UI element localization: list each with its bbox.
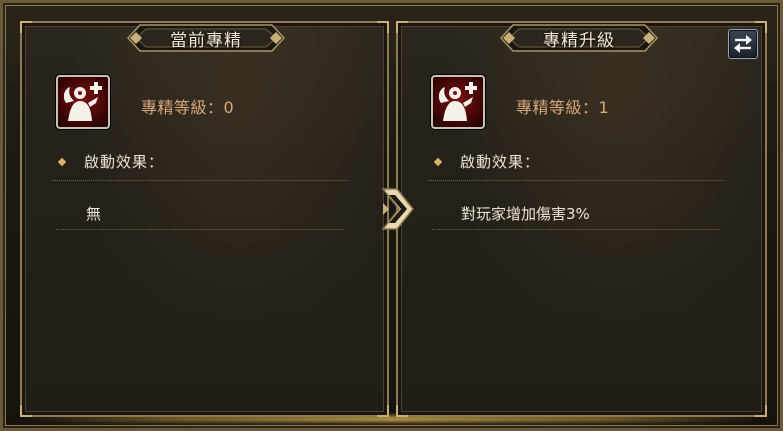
corner-ornament — [20, 405, 32, 417]
upgrade-title: 專精升級 — [543, 30, 615, 51]
corner-ornament — [20, 21, 32, 33]
upgrade-specialization-panel: 專精升級 專精等級：1 啟動效果： 對玩家增加傷害3% — [396, 21, 767, 417]
upgrade-level-label: 專精等級：1 — [516, 98, 610, 117]
bullet-diamond-icon — [57, 157, 67, 167]
current-title-plate: 當前專精 — [126, 21, 286, 55]
swap-arrows-icon[interactable] — [728, 29, 758, 59]
current-title: 當前專精 — [170, 30, 242, 51]
bullet-diamond-icon — [433, 157, 443, 167]
corner-ornament — [377, 405, 389, 417]
divider — [56, 229, 344, 230]
chevron-right-icon — [381, 187, 415, 231]
upgrade-effect-heading: 啟動效果： — [460, 153, 541, 171]
divider — [52, 180, 348, 181]
warrior-plus-icon[interactable] — [431, 75, 485, 129]
corner-ornament — [755, 405, 767, 417]
upgrade-title-plate: 專精升級 — [499, 21, 659, 55]
divider — [428, 180, 724, 181]
current-specialization-panel: 當前專精 專精等級：0 啟動效果： 無 — [20, 21, 389, 417]
current-effect-heading: 啟動效果： — [84, 153, 165, 171]
current-level-label: 專精等級：0 — [141, 98, 235, 117]
specialization-window: 當前專精 專精等級：0 啟動效果： 無 專精升級 專精等級：1 啟動效果： 對玩… — [0, 0, 783, 431]
corner-ornament — [396, 21, 408, 33]
upgrade-effect-text: 對玩家增加傷害3% — [461, 205, 590, 223]
corner-ornament — [377, 21, 389, 33]
divider — [432, 229, 720, 230]
warrior-plus-icon[interactable] — [56, 75, 110, 129]
corner-ornament — [396, 405, 408, 417]
current-effect-text: 無 — [86, 205, 102, 223]
